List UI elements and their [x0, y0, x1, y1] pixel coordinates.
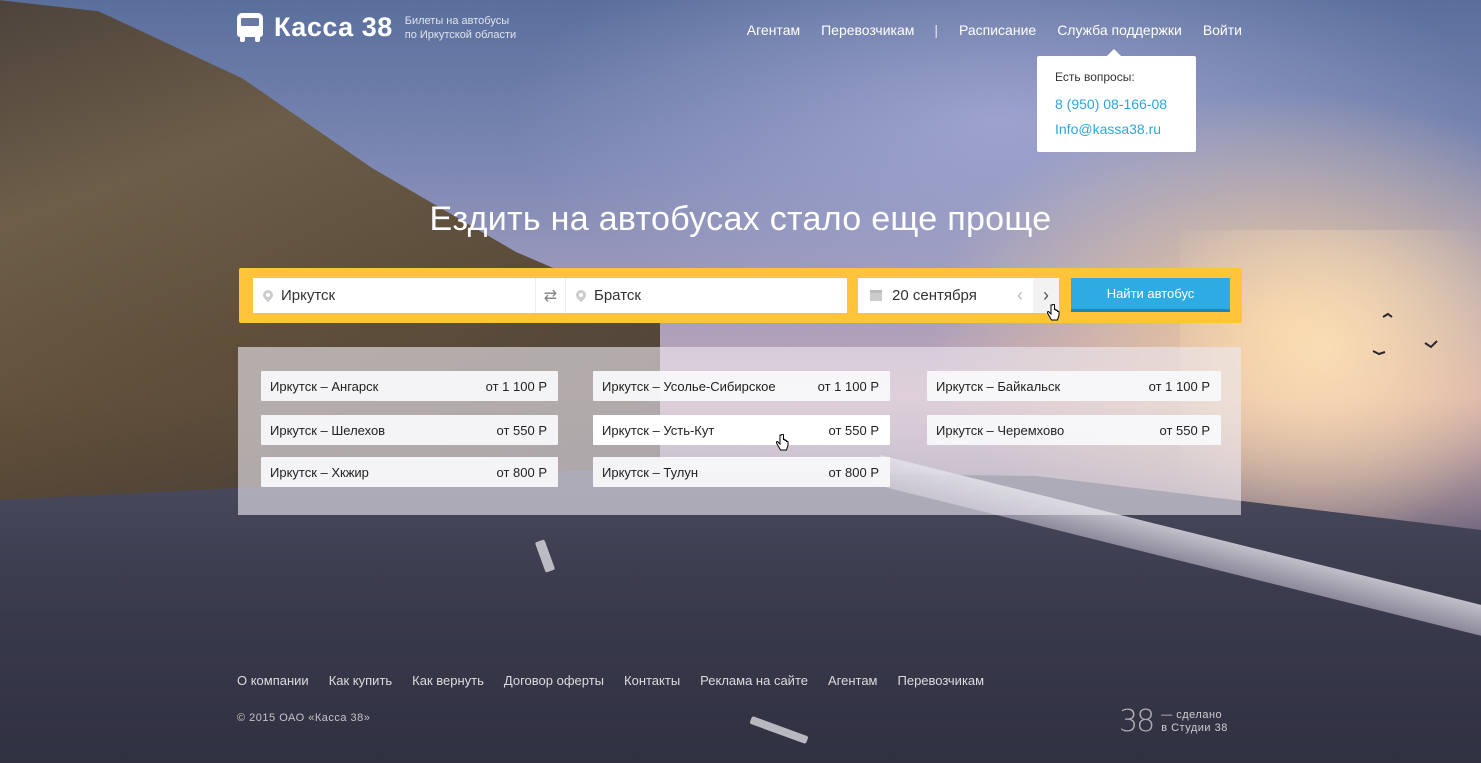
- location-pin-icon: [263, 290, 273, 302]
- route-price: от 1 100 Р: [1148, 378, 1210, 394]
- route-price: от 1 100 Р: [485, 378, 547, 394]
- footer-nav: О компании Как купить Как вернуть Догово…: [237, 673, 1004, 688]
- studio-text: — сделано в Студии 38: [1161, 708, 1228, 734]
- calendar-icon: [870, 290, 882, 301]
- logo[interactable]: Касса 38 Билеты на автобусы по Иркутской…: [237, 12, 516, 43]
- route-price: от 800 Р: [828, 464, 879, 480]
- route-price: от 550 Р: [496, 422, 547, 438]
- route-name: Иркутск – Тулун: [602, 464, 699, 480]
- hero-title: Ездить на автобусах стало еще проще: [429, 200, 1052, 238]
- to-value: Братск: [594, 287, 641, 304]
- footer-link-agents[interactable]: Агентам: [828, 673, 878, 688]
- search-bar: Иркутск ⇄ Братск 20 сентября ‹ › Найти а…: [239, 268, 1242, 323]
- support-email-link[interactable]: Info@kassa38.ru: [1055, 117, 1178, 142]
- bus-icon: [237, 12, 263, 43]
- route-item[interactable]: Иркутск – Шелехов от 550 Р: [261, 415, 558, 445]
- date-value: 20 сентября: [892, 287, 977, 304]
- studio-credit[interactable]: 38 — сделано в Студии 38: [1119, 704, 1228, 739]
- nav-login[interactable]: Войти: [1203, 22, 1242, 38]
- copyright: © 2015 ОАО «Касса 38»: [237, 712, 371, 724]
- birds-decoration: [1372, 312, 1438, 356]
- route-name: Иркутск – Черемхово: [936, 422, 1065, 438]
- footer-link-carriers[interactable]: Перевозчикам: [898, 673, 985, 688]
- nav-support[interactable]: Служба поддержки: [1057, 22, 1182, 38]
- route-price: от 550 Р: [1159, 422, 1210, 438]
- prev-date-button[interactable]: ‹: [1007, 278, 1033, 313]
- route-price: от 550 Р: [828, 422, 879, 438]
- logo-tagline: Билеты на автобусы по Иркутской области: [404, 14, 517, 41]
- studio-logo: 38: [1119, 704, 1155, 739]
- swap-direction-button[interactable]: ⇄: [535, 278, 566, 313]
- route-item[interactable]: Иркутск – Усть-Кут от 550 Р: [593, 415, 890, 445]
- route-item[interactable]: Иркутск – Черемхово от 550 Р: [927, 415, 1221, 445]
- date-field[interactable]: 20 сентября ‹ ›: [858, 278, 1059, 313]
- route-item[interactable]: Иркутск – Тулун от 800 Р: [593, 457, 890, 487]
- find-bus-button[interactable]: Найти автобус: [1071, 278, 1230, 312]
- popular-routes-panel: Иркутск – Ангарск от 1 100 Р Иркутск – У…: [238, 347, 1241, 515]
- route-item[interactable]: Иркутск – Усолье-Сибирское от 1 100 Р: [593, 371, 890, 401]
- route-name: Иркутск – Хкжир: [270, 464, 369, 480]
- footer-link-advertising[interactable]: Реклама на сайте: [700, 673, 808, 688]
- footer-link-about[interactable]: О компании: [237, 673, 309, 688]
- footer-link-offer[interactable]: Договор оферты: [504, 673, 604, 688]
- route-name: Иркутск – Ангарск: [270, 378, 379, 394]
- nav-schedule[interactable]: Расписание: [959, 22, 1036, 38]
- main-nav: Агентам Перевозчикам | Расписание Служба…: [726, 22, 1242, 38]
- route-item[interactable]: Иркутск – Ангарск от 1 100 Р: [261, 371, 558, 401]
- route-item[interactable]: Иркутск – Хкжир от 800 Р: [261, 457, 558, 487]
- support-question: Есть вопросы:: [1055, 70, 1135, 84]
- nav-agents[interactable]: Агентам: [747, 22, 800, 38]
- swap-icon: ⇄: [543, 287, 558, 305]
- route-price: от 800 Р: [496, 464, 547, 480]
- hand-cursor-icon: [776, 434, 789, 452]
- footer-link-how-to-return[interactable]: Как вернуть: [412, 673, 484, 688]
- nav-separator: |: [934, 22, 938, 38]
- route-name: Иркутск – Шелехов: [270, 422, 386, 438]
- route-item[interactable]: Иркутск – Байкальск от 1 100 Р: [927, 371, 1221, 401]
- from-value: Иркутск: [281, 287, 336, 304]
- hand-cursor-icon: [1047, 304, 1060, 322]
- support-phone-link[interactable]: 8 (950) 08-166-08: [1055, 92, 1178, 117]
- to-field[interactable]: Братск: [566, 278, 847, 313]
- logo-name: Касса 38: [274, 12, 393, 42]
- location-pin-icon: [576, 290, 586, 302]
- route-name: Иркутск – Усолье-Сибирское: [602, 378, 776, 394]
- route-name: Иркутск – Усть-Кут: [602, 422, 715, 438]
- support-popup: Есть вопросы: 8 (950) 08-166-08 Info@kas…: [1037, 49, 1196, 152]
- route-name: Иркутск – Байкальск: [936, 378, 1061, 394]
- footer-link-how-to-buy[interactable]: Как купить: [329, 673, 392, 688]
- route-price: от 1 100 Р: [817, 378, 879, 394]
- nav-carriers[interactable]: Перевозчикам: [821, 22, 914, 38]
- footer-link-contacts[interactable]: Контакты: [624, 673, 680, 688]
- from-field[interactable]: Иркутск: [253, 278, 535, 313]
- header: Касса 38 Билеты на автобусы по Иркутской…: [237, 12, 1242, 52]
